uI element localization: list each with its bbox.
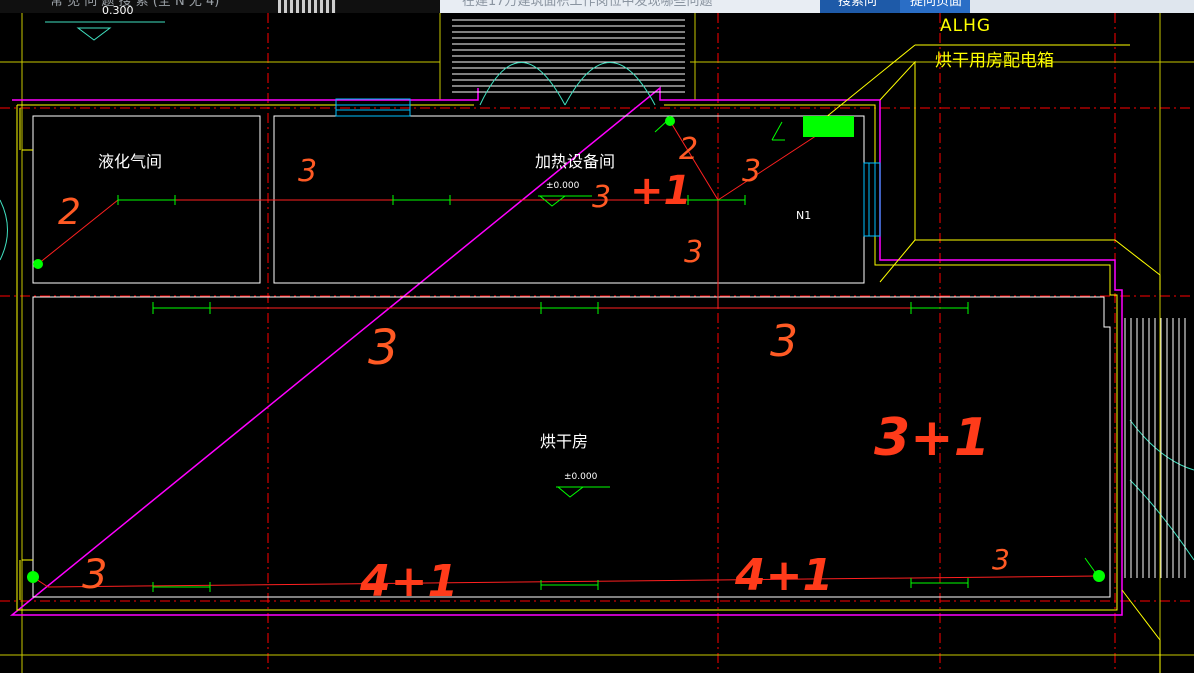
grid-lines-yellow xyxy=(0,13,1194,673)
annotation-3-down: 3 xyxy=(684,235,704,270)
annotation-3-heating-left: 3 xyxy=(298,154,318,189)
annotation-3-bottom-left: 3 xyxy=(82,552,108,598)
annotation-4plus1-a: 4+1 xyxy=(360,556,459,607)
level-heating: ±0.000 xyxy=(546,181,580,191)
annotation-3-center: 3 xyxy=(592,180,612,215)
annotation-4plus1-b: 4+1 xyxy=(735,550,834,601)
cad-drawing xyxy=(0,13,1194,673)
stair-right xyxy=(1124,318,1186,578)
annotation-3-bottom-right: 3 xyxy=(992,543,1010,576)
annotation-3plus1-right: 3+1 xyxy=(874,408,990,468)
room-label-drying: 烘干房 xyxy=(540,432,589,451)
top-level-mark-text: 0.300 xyxy=(102,4,134,17)
fixture-lpg xyxy=(33,259,43,269)
annotation-2-lpg: 2 xyxy=(58,192,81,233)
annotation-3-panel: 3 xyxy=(742,154,762,189)
room-label-lpg: 液化气间 xyxy=(98,152,163,171)
distribution-panel-icon xyxy=(803,116,854,137)
panel-code: ALHG xyxy=(940,16,992,36)
tag-n1: N1 xyxy=(796,209,812,222)
annotation-2-panel: 2 xyxy=(679,132,699,167)
top-level-mark xyxy=(45,21,165,41)
axis-grid xyxy=(0,13,1194,673)
panel-name: 烘干用房配电箱 xyxy=(935,51,1054,71)
level-drying: ±0.000 xyxy=(564,472,598,482)
annotation-plus1-center: +1 xyxy=(630,168,692,214)
stair-top xyxy=(452,19,685,93)
annotation-3-dry-left: 3 xyxy=(368,320,399,376)
room-label-heating: 加热设备间 xyxy=(535,152,616,171)
fixture-dry-left xyxy=(27,571,39,583)
fixture-ticks xyxy=(117,195,969,592)
annotation-3-dry-right: 3 xyxy=(770,316,798,367)
door-swings xyxy=(0,62,1194,561)
